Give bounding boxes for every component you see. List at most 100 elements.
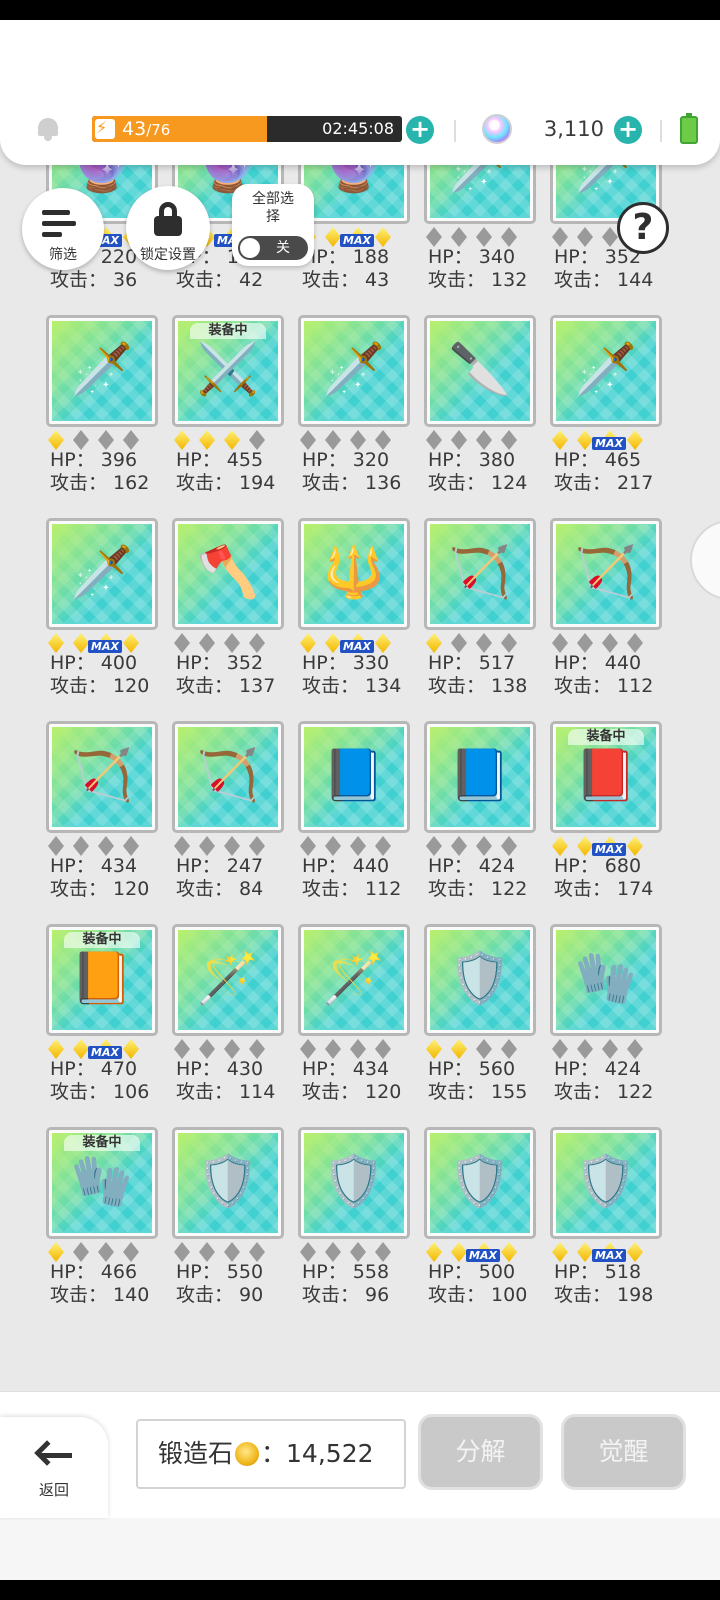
- equipment-item[interactable]: 🗡️ MAX HP： 400 攻击： 120: [46, 518, 158, 718]
- equipment-item[interactable]: 🛡️ MAX HP： 500 攻击： 100: [424, 1127, 536, 1327]
- add-gems-button[interactable]: +: [614, 116, 642, 144]
- gauntlet-icon: 🛡️: [448, 949, 512, 1007]
- item-hp: HP： 470: [50, 1058, 138, 1080]
- item-card[interactable]: 🪓: [172, 518, 284, 630]
- item-card[interactable]: 🗡️: [298, 315, 410, 427]
- item-card[interactable]: 🏹: [172, 721, 284, 833]
- equipment-item[interactable]: 🪓 HP： 352 攻击： 137: [172, 518, 284, 718]
- star-icon: [300, 1242, 316, 1262]
- filter-label: 筛选: [49, 247, 77, 263]
- item-card[interactable]: 🪄: [298, 924, 410, 1036]
- item-card[interactable]: 🧤 装备中: [46, 1127, 158, 1239]
- gem-icon: [482, 114, 512, 144]
- item-attack: 攻击： 136: [302, 472, 402, 494]
- item-card[interactable]: 🗡️: [46, 518, 158, 630]
- item-hp: HP： 466: [50, 1261, 138, 1283]
- star-icon: [48, 430, 64, 450]
- equipment-item[interactable]: 🪄 HP： 434 攻击： 120: [298, 924, 410, 1124]
- equipment-item[interactable]: 🗡️ HP： 320 攻击： 136: [298, 315, 410, 515]
- back-button[interactable]: 返回: [0, 1417, 108, 1518]
- star-icon: [174, 633, 190, 653]
- item-hp: HP： 518: [554, 1261, 642, 1283]
- decompose-button[interactable]: 分解: [418, 1414, 543, 1490]
- item-card[interactable]: 🛡️: [550, 1127, 662, 1239]
- equipment-item[interactable]: 🧤 装备中 HP： 466 攻击： 140: [46, 1127, 158, 1327]
- equipment-item[interactable]: 📙 装备中 MAX HP： 470 攻击： 106: [46, 924, 158, 1124]
- rarity-stars: [174, 835, 284, 857]
- forge-stone-label: 锻造石: [158, 1439, 234, 1468]
- item-card[interactable]: 🔪: [424, 315, 536, 427]
- equipment-item[interactable]: 🗡️ MAX HP： 465 攻击： 217: [550, 315, 662, 515]
- item-card[interactable]: 📙 装备中: [46, 924, 158, 1036]
- item-card[interactable]: 🗡️: [46, 315, 158, 427]
- equipment-item[interactable]: 🔱 MAX HP： 330 攻击： 134: [298, 518, 410, 718]
- item-card[interactable]: 🏹: [424, 518, 536, 630]
- filter-button[interactable]: 筛选: [22, 188, 104, 270]
- item-card[interactable]: 🛡️: [424, 1127, 536, 1239]
- rarity-stars: [426, 429, 536, 451]
- item-card[interactable]: 📕 装备中: [550, 721, 662, 833]
- item-hp: HP： 455: [176, 449, 264, 471]
- item-card[interactable]: 🪄: [172, 924, 284, 1036]
- item-card[interactable]: 📘: [298, 721, 410, 833]
- gauntlet-icon: 🧤: [574, 949, 638, 1007]
- equipment-item[interactable]: 🔮 MAX HP： 188 攻击： 43: [298, 154, 410, 312]
- equipment-item[interactable]: 🏹 HP： 434 攻击： 120: [46, 721, 158, 921]
- equipment-item[interactable]: 📘 HP： 440 攻击： 112: [298, 721, 410, 921]
- divider: [454, 120, 456, 142]
- equipment-item[interactable]: 🪄 HP： 430 攻击： 114: [172, 924, 284, 1124]
- item-card[interactable]: 🏹: [550, 518, 662, 630]
- star-icon: [375, 1039, 391, 1059]
- star-icon: [224, 1039, 240, 1059]
- notification-bell-icon[interactable]: [36, 116, 60, 142]
- equipment-item[interactable]: 🏹 HP： 517 攻击： 138: [424, 518, 536, 718]
- star-icon: [476, 1039, 492, 1059]
- equipped-badge: 装备中: [568, 729, 644, 745]
- forge-stone-value: 14,522: [286, 1439, 374, 1468]
- item-attack: 攻击： 198: [554, 1284, 654, 1306]
- rarity-stars: MAX: [552, 835, 662, 857]
- equipment-item[interactable]: 🗡️ HP： 340 攻击： 132: [424, 154, 536, 312]
- star-icon: [73, 1039, 89, 1059]
- star-icon: [602, 227, 618, 247]
- equipment-item[interactable]: 🔪 HP： 380 攻击： 124: [424, 315, 536, 515]
- item-card[interactable]: ⚔️ 装备中: [172, 315, 284, 427]
- star-icon: [602, 633, 618, 653]
- item-attack: 攻击： 122: [554, 1081, 654, 1103]
- equipment-item[interactable]: 🧤 HP： 424 攻击： 122: [550, 924, 662, 1124]
- equipment-item[interactable]: 📕 装备中 MAX HP： 680 攻击： 174: [550, 721, 662, 921]
- item-card[interactable]: 🛡️: [298, 1127, 410, 1239]
- awaken-button[interactable]: 觉醒: [561, 1414, 686, 1490]
- add-stamina-button[interactable]: +: [406, 116, 434, 144]
- equipment-item[interactable]: 📘 HP： 424 攻击： 122: [424, 721, 536, 921]
- system-nav-bar: [0, 1518, 720, 1600]
- side-assistant-bubble[interactable]: [690, 520, 720, 600]
- equipment-item[interactable]: 🛡️ HP： 560 攻击： 155: [424, 924, 536, 1124]
- star-icon: [48, 1039, 64, 1059]
- select-all-toggle[interactable]: 关: [238, 236, 308, 260]
- forge-stone-counter: 锻造石 ：14,522: [136, 1419, 406, 1489]
- sword-icon: 🗡️: [70, 340, 134, 398]
- star-icon: [375, 227, 391, 247]
- item-card[interactable]: 🏹: [46, 721, 158, 833]
- item-card[interactable]: 🗡️: [550, 315, 662, 427]
- item-card[interactable]: 🔱: [298, 518, 410, 630]
- item-attack: 攻击： 194: [176, 472, 276, 494]
- star-icon: [577, 1039, 593, 1059]
- rarity-stars: MAX: [552, 429, 662, 451]
- equipment-item[interactable]: 🏹 HP： 247 攻击： 84: [172, 721, 284, 921]
- equipment-item[interactable]: 🗡️ HP： 396 攻击： 162: [46, 315, 158, 515]
- equipment-item[interactable]: 🛡️ HP： 550 攻击： 90: [172, 1127, 284, 1327]
- star-icon: [199, 633, 215, 653]
- item-card[interactable]: 🧤: [550, 924, 662, 1036]
- equipment-item[interactable]: 🏹 HP： 440 攻击： 112: [550, 518, 662, 718]
- equipment-item[interactable]: 🛡️ MAX HP： 518 攻击： 198: [550, 1127, 662, 1327]
- lock-settings-button[interactable]: 锁定设置: [126, 186, 210, 270]
- forge-stone-icon: [235, 1442, 260, 1466]
- equipment-item[interactable]: 🛡️ HP： 558 攻击： 96: [298, 1127, 410, 1327]
- equipment-item[interactable]: ⚔️ 装备中 HP： 455 攻击： 194: [172, 315, 284, 515]
- item-card[interactable]: 📘: [424, 721, 536, 833]
- help-button[interactable]: ?: [617, 202, 669, 254]
- item-card[interactable]: 🛡️: [424, 924, 536, 1036]
- item-card[interactable]: 🛡️: [172, 1127, 284, 1239]
